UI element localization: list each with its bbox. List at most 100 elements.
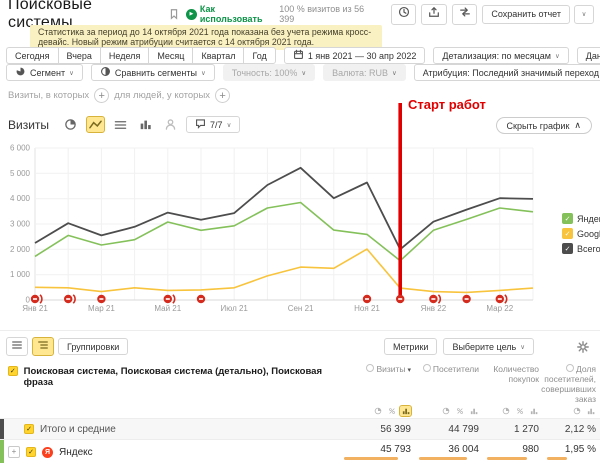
save-report-caret-button[interactable]: ∨ <box>574 5 594 24</box>
attribution-dropdown[interactable]: Атрибуция: Последний значимый переход КД… <box>414 64 600 81</box>
legend-item-google[interactable]: ✓Google <box>562 228 600 239</box>
percent-mini-toggle[interactable] <box>514 406 525 416</box>
chevron-down-icon: ∨ <box>582 10 587 18</box>
percent-mini-toggle[interactable] <box>454 406 465 416</box>
period-button-сегодня[interactable]: Сегодня <box>6 47 58 64</box>
choose-goal-dropdown[interactable]: Выберите цель ∨ <box>443 338 534 355</box>
column-header-2[interactable]: Количество покупок <box>483 364 543 418</box>
dimension-header-label: Поисковая система, Поисковая система (де… <box>24 366 340 388</box>
column-header-3[interactable]: Доля посетителей, совершивших заказ <box>543 364 600 418</box>
pie-mini-toggle[interactable] <box>372 406 383 416</box>
bars-mini-toggle[interactable] <box>468 406 479 416</box>
row-checkbox[interactable]: ✓ <box>26 447 36 457</box>
metrics-button[interactable]: Метрики <box>384 338 437 355</box>
detalization-dropdown[interactable]: Детализация: по месяцам ∨ <box>433 47 568 64</box>
tree-view-icon <box>37 338 49 356</box>
hide-chart-button[interactable]: Скрыть график ∧ <box>496 117 592 134</box>
segment-pie-icon <box>15 66 26 79</box>
date-range-button[interactable]: 1 янв 2021 — 30 апр 2022 <box>284 47 426 64</box>
data-mode-dropdown[interactable]: Данные: с роботами ∨ <box>577 47 600 64</box>
metric-value-cell: 2,12 % <box>543 419 600 439</box>
metric-value: 45 793 <box>344 444 411 455</box>
bar-chart-toggle[interactable] <box>136 116 155 133</box>
how-to-use-link[interactable]: ▶ Как использовать <box>186 4 279 24</box>
share-button[interactable] <box>452 4 478 25</box>
gear-icon[interactable] <box>576 340 590 354</box>
pie-mini-toggle[interactable] <box>500 406 511 416</box>
row-checkbox[interactable]: ✓ <box>24 424 34 434</box>
note-marker[interactable] <box>164 295 175 303</box>
sort-desc-icon: ▾ <box>406 367 411 374</box>
legend-label: Всего <box>577 244 600 254</box>
svg-text:2 000: 2 000 <box>10 245 31 254</box>
save-report-button[interactable]: Сохранить отчет <box>482 5 570 24</box>
stacked-chart-toggle[interactable] <box>111 116 130 133</box>
note-marker[interactable] <box>97 295 105 303</box>
speech-bubble-icon <box>195 118 206 131</box>
note-marker[interactable] <box>496 295 507 303</box>
note-marker[interactable] <box>64 295 75 303</box>
notes-counter-dropdown[interactable]: 7/7 ∨ <box>186 116 240 133</box>
svg-text:Янв 21: Янв 21 <box>22 304 48 313</box>
column-label: Доля посетителей, совершивших заказ <box>541 364 596 404</box>
legend-checkbox[interactable]: ✓ <box>562 228 573 239</box>
note-marker[interactable] <box>462 295 470 303</box>
legend-item-yandex[interactable]: ✓ Яндекс <box>562 213 600 224</box>
note-marker[interactable] <box>31 295 42 303</box>
metric-view-toggles <box>440 404 479 418</box>
bars-mini-toggle[interactable] <box>400 406 411 416</box>
legend-checkbox[interactable]: ✓ <box>562 213 573 224</box>
select-all-checkbox[interactable]: ✓ <box>8 366 18 376</box>
pie-chart-toggle[interactable] <box>61 116 80 133</box>
period-button-квартал[interactable]: Квартал <box>192 47 243 64</box>
percent-mini-toggle[interactable] <box>386 406 397 416</box>
legend-label: Яндекс <box>577 214 600 224</box>
column-header-1[interactable]: Посетители <box>415 364 483 418</box>
pie-mini-toggle[interactable] <box>440 406 451 416</box>
period-button-неделя[interactable]: Неделя <box>100 47 148 64</box>
table-body: ✓Итого и средние56 39944 7991 2702,12 %+… <box>0 418 600 463</box>
legend-checkbox[interactable]: ✓ <box>562 243 573 254</box>
period-button-месяц[interactable]: Месяц <box>148 47 192 64</box>
bookmark-icon[interactable] <box>168 8 180 20</box>
pie-mini-toggle[interactable] <box>571 406 582 416</box>
note-marker[interactable] <box>396 295 404 303</box>
chevron-down-icon: ∨ <box>392 69 397 77</box>
expand-row-button[interactable]: + <box>8 446 20 458</box>
period-button-год[interactable]: Год <box>243 47 275 64</box>
header-actions: 100 % визитов из 56 399 Сохранить отчет … <box>279 4 594 25</box>
tree-view-button[interactable] <box>32 337 54 356</box>
help-icon <box>366 364 374 372</box>
metric-value-cell: 45 793 <box>340 440 415 463</box>
compare-segments-dropdown[interactable]: Сравнить сегменты ∨ <box>91 64 215 81</box>
metric-value-cell: 980 <box>483 440 543 463</box>
svg-text:Май 21: Май 21 <box>154 304 181 313</box>
visits-share-text: 100 % визитов из 56 399 <box>279 4 380 24</box>
metric-value: 2,12 % <box>547 424 596 435</box>
bars-mini-toggle[interactable] <box>528 406 539 416</box>
note-marker[interactable] <box>429 295 440 303</box>
clock-icon <box>398 5 410 23</box>
metric-value: 1,95 % <box>547 444 596 455</box>
accuracy-dropdown[interactable]: Точность: 100% ∨ <box>223 64 315 81</box>
flat-view-button[interactable] <box>6 337 28 356</box>
bars-mini-toggle[interactable] <box>585 406 596 416</box>
chevron-down-icon: ∨ <box>301 69 306 77</box>
period-button-вчера[interactable]: Вчера <box>58 47 100 64</box>
metric-value: 36 004 <box>419 444 479 455</box>
note-marker[interactable] <box>363 295 371 303</box>
share-bar <box>547 457 567 460</box>
segment-dropdown[interactable]: Сегмент ∨ <box>6 64 83 81</box>
column-header-0[interactable]: Визиты ▾ <box>340 364 415 418</box>
chevron-down-icon: ∨ <box>555 52 560 60</box>
audience-toggle[interactable] <box>161 116 180 133</box>
schedule-button[interactable] <box>391 4 417 25</box>
legend-item-total[interactable]: ✓ Всего <box>562 243 600 254</box>
note-marker[interactable] <box>197 295 205 303</box>
line-chart-toggle[interactable] <box>86 116 105 133</box>
export-button[interactable] <box>421 4 447 25</box>
currency-dropdown[interactable]: Валюта: RUB ∨ <box>323 64 406 81</box>
row-name[interactable]: Яндекс <box>59 447 93 458</box>
groupings-button[interactable]: Группировки <box>58 338 128 355</box>
chevron-down-icon: ∨ <box>201 69 206 77</box>
